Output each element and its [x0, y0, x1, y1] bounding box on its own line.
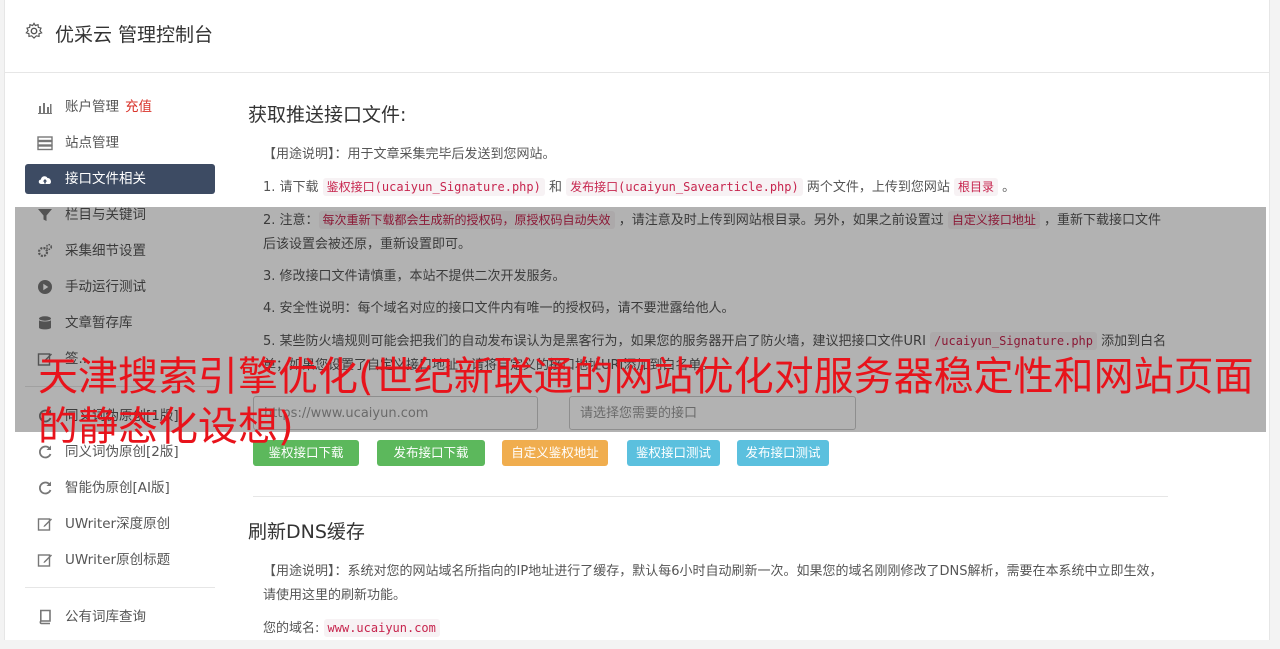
- refresh-icon: [39, 481, 52, 495]
- usage-label: 【用途说明】: [263, 147, 335, 162]
- sidebar-item-sites[interactable]: 站点管理: [25, 128, 215, 158]
- recharge-link[interactable]: 充值: [125, 99, 152, 115]
- section-divider: [253, 496, 1168, 497]
- usage-text: ：系统对您的网站域名所指向的IP地址进行了缓存，默认每6小时自动刷新一次。如果您…: [263, 564, 1163, 603]
- sidebar-item-uwriter-deep[interactable]: UWriter深度原创: [25, 509, 215, 539]
- sidebar-item-label: 公有词库查询: [65, 609, 146, 625]
- root-dir-code: 根目录: [954, 178, 999, 196]
- sidebar-item-ai-rewrite[interactable]: 智能伪原创[AI版]: [25, 473, 215, 503]
- section-title-dns: 刷新DNS缓存: [248, 521, 365, 543]
- sidebar-item-label: UWriter深度原创: [65, 516, 171, 532]
- sidebar-divider: [25, 587, 215, 588]
- signature-file-code: 鉴权接口(ucaiyun_Signature.php): [322, 178, 545, 196]
- step-text: 1. 请下载: [263, 180, 323, 195]
- step-text: 两个文件，上传到您网站: [802, 180, 954, 195]
- section-title-interface: 获取推送接口文件:: [248, 104, 407, 126]
- sidebar-item-interface-files[interactable]: 接口文件相关: [25, 164, 215, 194]
- step-text: 。: [998, 180, 1016, 195]
- edit-icon: [37, 518, 52, 531]
- server-icon: [37, 136, 53, 151]
- app-title: 优采云 管理控制台: [55, 24, 214, 46]
- sidebar-item-label: 接口文件相关: [65, 171, 146, 187]
- sidebar-item-uwriter-title[interactable]: UWriter原创标题: [25, 545, 215, 575]
- top-header: 优采云 管理控制台: [5, 0, 1269, 73]
- domain-label: 您的域名:: [263, 621, 324, 636]
- domain-value: www.ucaiyun.com: [323, 619, 440, 637]
- usage-text: ：用于文章采集完毕后发送到您网站。: [334, 147, 556, 162]
- step-1: 1. 请下载 鉴权接口(ucaiyun_Signature.php) 和 发布接…: [248, 175, 1168, 200]
- sidebar-item-label: UWriter原创标题: [65, 552, 171, 568]
- sidebar-item-label: 智能伪原创[AI版]: [65, 480, 170, 496]
- sidebar-item-public-lexicon[interactable]: 公有词库查询: [25, 602, 215, 632]
- usage-label: 【用途说明】: [263, 564, 335, 579]
- book-icon: [39, 609, 51, 625]
- step-text: 和: [544, 180, 567, 195]
- dns-usage-note: 【用途说明】：系统对您的网站域名所指向的IP地址进行了缓存，默认每6小时自动刷新…: [248, 560, 1168, 608]
- bar-chart-icon: [38, 103, 52, 114]
- sidebar-item-label: 站点管理: [65, 135, 119, 151]
- usage-note: 【用途说明】：用于文章采集完毕后发送到您网站。: [248, 143, 1168, 167]
- sidebar-item-label: 账户管理: [65, 99, 119, 115]
- overlay-headline: 天津搜索引擎优化(世纪新联通的网站优化对服务器稳定性和网站页面的静态化设想): [38, 354, 1254, 450]
- domain-row: 您的域名: www.ucaiyun.com: [248, 616, 1168, 641]
- cloud-upload-icon: [38, 176, 51, 184]
- edit-icon: [37, 554, 52, 567]
- savearticle-file-code: 发布接口(ucaiyun_Savearticle.php): [566, 178, 803, 196]
- sidebar-item-account[interactable]: 账户管理 充值: [25, 92, 215, 122]
- gear-icon: [25, 22, 43, 39]
